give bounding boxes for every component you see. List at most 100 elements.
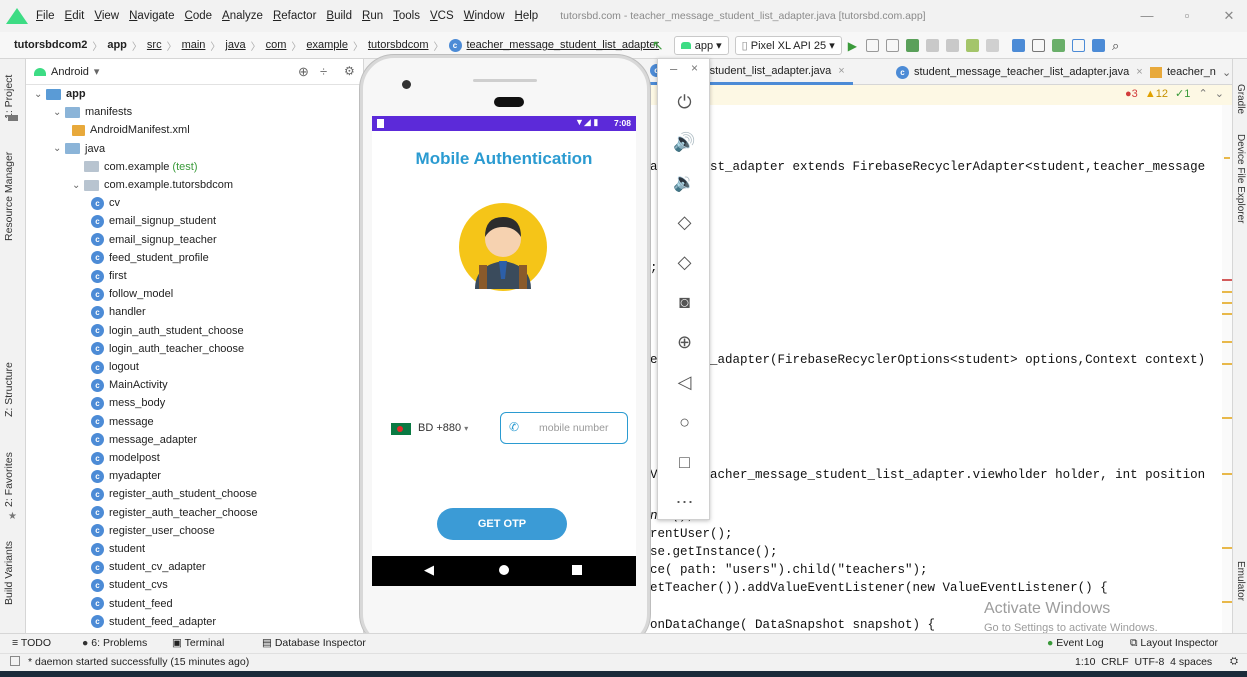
screenshot-icon[interactable]: ◙ <box>658 289 711 315</box>
menu-run[interactable]: Run <box>362 10 383 22</box>
menu-code[interactable]: Code <box>185 10 213 22</box>
tab-structure[interactable]: Z: Structure <box>3 362 15 417</box>
chevron-down-icon[interactable]: ▾ <box>94 65 100 78</box>
breadcrumb-item[interactable]: teacher_message_student_list_adapter <box>467 39 660 51</box>
gear-icon[interactable]: ⚙ <box>344 64 355 78</box>
warning-mark[interactable] <box>1224 157 1230 159</box>
tab-gradle[interactable]: Gradle <box>1235 84 1246 114</box>
tab-project[interactable]: 1: Project <box>3 75 15 119</box>
tree-item-first[interactable]: c first <box>91 267 127 285</box>
tree-item-register-auth-teacher-choose[interactable]: c register_auth_teacher_choose <box>91 504 258 522</box>
menu-view[interactable]: View <box>94 10 119 22</box>
warning-mark[interactable] <box>1222 547 1232 549</box>
tree-item-student-feed[interactable]: c student_feed <box>91 595 173 613</box>
home-icon[interactable]: ○ <box>658 409 711 435</box>
sync-icon[interactable] <box>965 39 979 52</box>
apply-changes-icon[interactable] <box>865 39 879 52</box>
menu-build[interactable]: Build <box>326 10 352 22</box>
tab-teacher-n[interactable]: teacher_n ⌄ <box>1150 59 1231 85</box>
home-icon[interactable] <box>499 565 509 575</box>
menu-help[interactable]: Help <box>515 10 539 22</box>
code-line[interactable]: se.getInstance(); <box>650 545 778 559</box>
code-line[interactable]: onDataChange( DataSnapshot snapshot) { <box>650 618 935 632</box>
recents-icon[interactable] <box>572 565 582 575</box>
tree-item-login-auth-teacher-choose[interactable]: c login_auth_teacher_choose <box>91 340 244 358</box>
device-manager-icon[interactable] <box>1031 39 1045 52</box>
zoom-icon[interactable]: ⊕ <box>658 329 711 355</box>
tab-todo[interactable]: ≡ TODO <box>12 637 51 649</box>
code-line[interactable]: rentUser(); <box>650 527 733 541</box>
apply-code-changes-icon[interactable] <box>885 39 899 52</box>
maximize-icon[interactable]: ▫ <box>1180 8 1194 23</box>
code-line[interactable]: ce( path: "users").child("teachers"); <box>650 563 928 577</box>
line-separator[interactable]: CRLF <box>1101 656 1128 668</box>
stop-icon[interactable] <box>985 39 999 52</box>
chevron-down-icon[interactable]: ⌄ <box>1222 66 1231 79</box>
tree-item-student-cv-adapter[interactable]: c student_cv_adapter <box>91 558 206 576</box>
volume-up-icon[interactable]: 🔊 <box>658 129 711 155</box>
menu-navigate[interactable]: Navigate <box>129 10 174 22</box>
layout-inspector-icon[interactable] <box>1051 39 1065 52</box>
breadcrumb-item[interactable]: main <box>182 39 206 51</box>
warning-mark[interactable] <box>1222 302 1232 304</box>
warning-mark[interactable] <box>1222 363 1232 365</box>
tab-emulator[interactable]: Emulator <box>1235 561 1246 601</box>
tree-item-modelpost[interactable]: c modelpost <box>91 449 160 467</box>
tab-event-log[interactable]: ● Event Log <box>1047 637 1104 649</box>
breadcrumb-item[interactable]: java <box>225 39 245 51</box>
tree-item-handler[interactable]: c handler <box>91 303 146 321</box>
tree-item-message-adapter[interactable]: c message_adapter <box>91 431 197 449</box>
locate-icon[interactable]: ⊕ <box>298 64 309 80</box>
tree-item-message[interactable]: c message <box>91 413 154 431</box>
menu-tools[interactable]: Tools <box>393 10 420 22</box>
error-stripe[interactable] <box>1222 105 1232 633</box>
expand-arrow-icon[interactable]: ⌄ <box>72 180 84 191</box>
close-icon[interactable]: ✕ <box>1222 8 1236 24</box>
tab-database-inspector[interactable]: ▤ Database Inspector <box>262 637 366 649</box>
phone-number-input[interactable]: ✆ mobile number <box>500 412 628 444</box>
overview-icon[interactable]: □ <box>658 449 711 475</box>
tree-item-student[interactable]: c student <box>91 540 145 558</box>
tab-resource-manager[interactable]: Resource Manager <box>3 152 15 241</box>
tab-device-file-explorer[interactable]: Device File Explorer <box>1235 134 1246 223</box>
device-select[interactable]: ▯ Pixel XL API 25 ▾ <box>734 36 842 55</box>
lock-icon[interactable]: ⛭ <box>1230 656 1238 667</box>
tree-item-email-signup-student[interactable]: c email_signup_student <box>91 212 216 230</box>
menu-analyze[interactable]: Analyze <box>222 10 263 22</box>
status-message[interactable]: * daemon started successfully (15 minute… <box>28 656 249 668</box>
indent-setting[interactable]: 4 spaces <box>1170 656 1212 668</box>
code-line[interactable]: e _list_adapter(FirebaseRecyclerOptions<… <box>650 353 1205 367</box>
close-tab-icon[interactable]: × <box>838 65 844 77</box>
country-code-picker[interactable]: BD +880 ▾ <box>418 422 468 434</box>
tree-item-email-signup-teacher[interactable]: c email_signup_teacher <box>91 231 217 249</box>
power-icon[interactable]: ⏻ <box>658 89 711 115</box>
tree-item-com-example[interactable]: com.example (test) <box>72 158 197 176</box>
more-icon[interactable]: ⋯ <box>658 489 711 515</box>
expand-arrow-icon[interactable]: ⌄ <box>34 89 46 100</box>
tree-item-logout[interactable]: c logout <box>91 358 139 376</box>
tab-student-message-adapter[interactable]: c student_message_teacher_list_adapter.j… <box>896 59 1143 85</box>
close-icon[interactable]: × <box>691 61 698 75</box>
tree-item-feed-student-profile[interactable]: c feed_student_profile <box>91 249 209 267</box>
menu-edit[interactable]: Edit <box>65 10 85 22</box>
tree-item-com-example-tutorsbdcom[interactable]: ⌄ com.example.tutorsbdcom <box>72 176 233 194</box>
code-line[interactable]: V r( teacher_message_student_list_adapte… <box>650 468 1205 482</box>
sdk-manager-icon[interactable] <box>1011 39 1025 52</box>
code-line[interactable]: etTeacher()).addValueEventListener(new V… <box>650 581 1108 595</box>
attach-debugger-icon[interactable] <box>945 39 959 52</box>
chevron-up-icon[interactable]: ⌃ <box>1198 88 1207 100</box>
status-toggle-icon[interactable] <box>10 656 20 666</box>
breadcrumb-item[interactable]: src <box>147 39 162 51</box>
breadcrumb-item[interactable]: tutorsbdcom2 <box>14 39 87 51</box>
rotate-left-icon[interactable]: ◇ <box>658 209 711 235</box>
chevron-down-icon[interactable]: ⌄ <box>1215 88 1224 100</box>
tree-item-register-user-choose[interactable]: c register_user_choose <box>91 522 215 540</box>
error-mark[interactable] <box>1222 279 1232 281</box>
profile-icon[interactable] <box>925 39 939 52</box>
minimize-icon[interactable]: – <box>670 61 677 76</box>
close-tab-icon[interactable]: × <box>1136 66 1142 78</box>
code-line[interactable]: a nt_list_adapter extends FirebaseRecycl… <box>650 160 1205 174</box>
tree-item-app[interactable]: ⌄ app <box>34 85 86 103</box>
menu-window[interactable]: Window <box>464 10 505 22</box>
breadcrumb-item[interactable]: example <box>306 39 348 51</box>
